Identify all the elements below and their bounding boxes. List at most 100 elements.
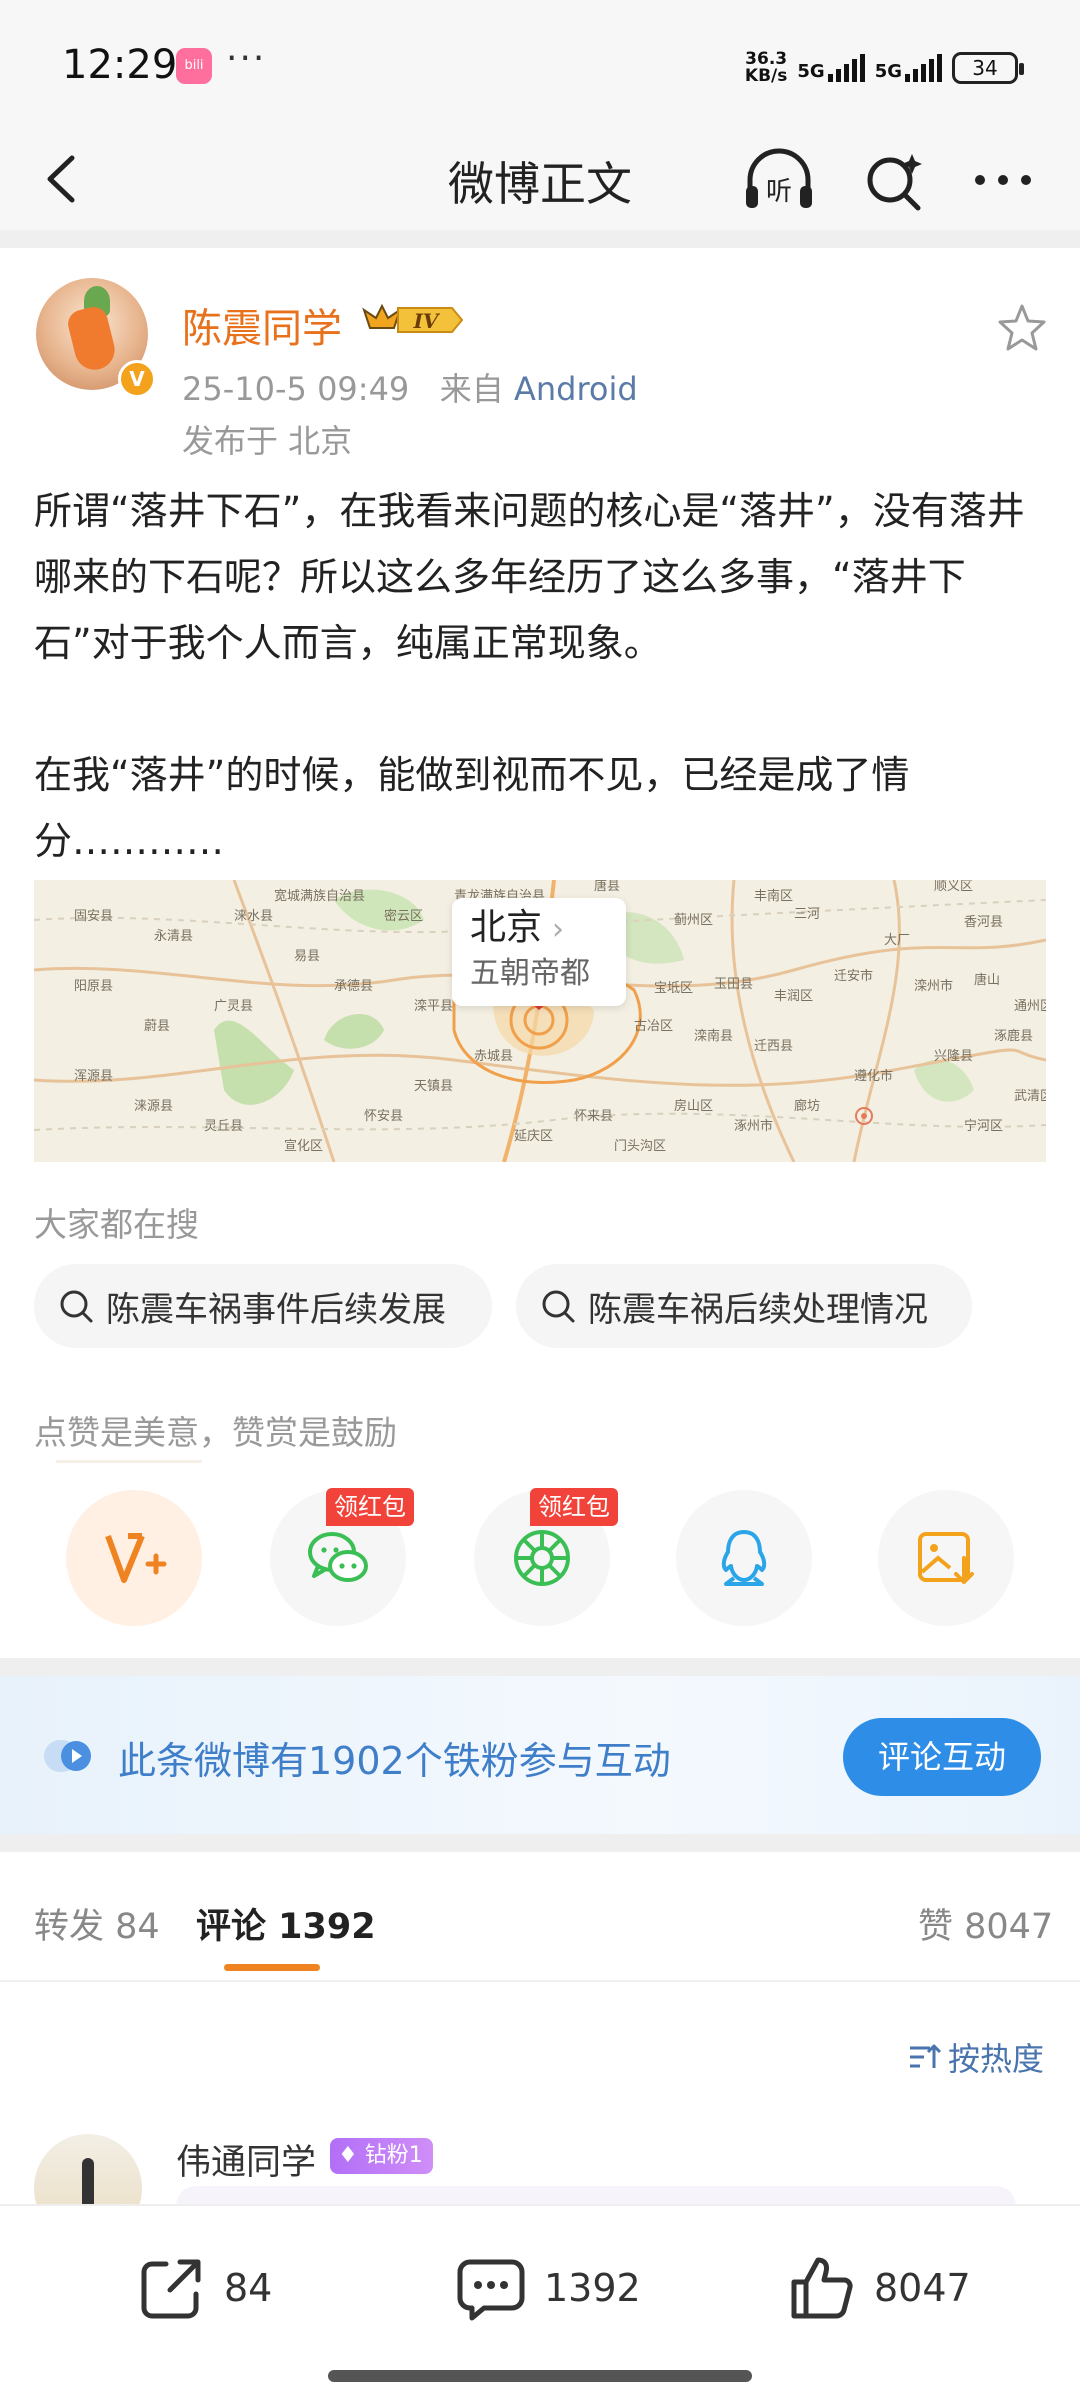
map-place-label: 宝坻区 [654, 980, 693, 996]
repost-button[interactable]: 84 [136, 2246, 272, 2330]
map-place-label: 大厂 [884, 933, 910, 948]
map-place-label: 滦州市 [914, 978, 953, 994]
map-place-label: 房山区 [674, 1098, 713, 1114]
status-bar: 12:29 bili ··· 36.3 KB/s 5G 5G 34 [0, 0, 1080, 130]
ai-search-icon[interactable] [862, 142, 928, 218]
map-place-label: 永清县 [154, 929, 193, 944]
share-qq-button[interactable] [676, 1490, 812, 1626]
map-place-label: 兴隆县 [934, 1049, 973, 1064]
network-type-2: 5G [874, 61, 902, 82]
section-divider [0, 1658, 1080, 1676]
status-time: 12:29 [62, 42, 178, 88]
comment-count: 1392 [544, 2266, 641, 2310]
share-hint: 点赞是美意，赞赏是鼓励 [34, 1413, 397, 1452]
map-place-label: 香河县 [964, 915, 1003, 930]
section-divider [0, 1834, 1080, 1852]
red-packet-badge-2: 领红包 [530, 1488, 618, 1526]
map-place-label: 密云区 [384, 908, 423, 924]
map-place-label: 滦南县 [694, 1028, 733, 1044]
map-place-label: 唐县 [594, 880, 620, 894]
map-place-label: 遵化市 [854, 1068, 893, 1084]
map-place-label: 阳原县 [74, 979, 113, 994]
listen-label: 听 [766, 177, 792, 207]
map-place-label: 宽城满族自治县 [274, 888, 365, 904]
signal-1: 5G [797, 54, 865, 82]
author-name[interactable]: 陈震同学 [182, 296, 342, 354]
fans-toggle-icon [42, 1736, 96, 1776]
fans-text: 此条微博有1902个铁粉参与互动 [118, 1739, 671, 1783]
map-place-label: 涿州市 [734, 1118, 773, 1134]
sort-label: 按热度 [947, 2040, 1044, 2078]
map-place-label: 易县 [294, 949, 320, 964]
map-place-label: 延庆区 [514, 1129, 553, 1144]
map-place-label: 怀来县 [574, 1109, 613, 1124]
map-place-label: 廊坊 [794, 1098, 820, 1114]
tab-divider [0, 1980, 1080, 1982]
map-place-label: 滦平县 [414, 998, 453, 1014]
map-place-label: 武清区 [1014, 1089, 1046, 1104]
map-place-label: 固安县 [74, 909, 113, 924]
reward-button[interactable] [66, 1490, 202, 1626]
comment-button[interactable]: 1392 [454, 2246, 641, 2330]
post-meta: 25-10-5 09:49 来自 Android [182, 364, 638, 410]
sort-by-hot-button[interactable]: 按热度 [908, 2034, 1044, 2080]
save-image-button[interactable] [878, 1490, 1014, 1626]
map-place-label: 承德县 [334, 979, 373, 994]
post-paragraph-2: 在我“落井”的时候，能做到视而不见，已经是成了情分………… [34, 753, 910, 863]
hot-search-text-2: 陈震车祸后续处理情况 [588, 1289, 928, 1330]
map-city-name: 北京 [470, 907, 543, 948]
map-place-label: 玉田县 [714, 977, 753, 992]
search-icon [542, 1290, 575, 1323]
map-place-label: 三河 [794, 907, 820, 922]
author-avatar[interactable]: V [36, 278, 156, 398]
map-place-label: 门头沟区 [614, 1139, 666, 1154]
signal-bars-icon [827, 54, 865, 82]
source-prefix: 来自 [439, 370, 504, 408]
comment-interact-button[interactable]: 评论互动 [843, 1718, 1041, 1796]
red-packet-badge-1: 领红包 [326, 1488, 414, 1526]
net-speed: 36.3 KB/s [745, 51, 787, 85]
signal-bars-icon [905, 54, 942, 82]
home-indicator[interactable] [328, 2370, 752, 2382]
chevron-right-icon: › [552, 912, 565, 947]
map-place-label: 蔚县 [144, 1019, 170, 1034]
comment-author[interactable]: 伟通同学 [176, 2134, 316, 2185]
map-place-label: 迁西县 [754, 1039, 793, 1054]
hot-search-text-1: 陈震车祸事件后续发展 [106, 1289, 446, 1330]
comment-icon [457, 2259, 525, 2321]
network-type-1: 5G [797, 61, 825, 82]
wechat-icon [308, 1532, 368, 1582]
repost-icon [141, 2259, 201, 2319]
diamond-icon: ♦ [338, 2143, 358, 2168]
post-source[interactable]: Android [514, 370, 638, 408]
map-place-label: 唐山 [974, 972, 1000, 988]
reward-v-plus-icon [105, 1533, 167, 1583]
repost-count: 84 [224, 2266, 273, 2310]
tab-like[interactable]: 赞 8047 [918, 1898, 1053, 1949]
tab-repost[interactable]: 转发 84 [34, 1898, 160, 1949]
listen-headphones-icon[interactable]: 听 [740, 142, 818, 218]
sort-icon [909, 2044, 942, 2068]
hot-search-chip-1[interactable]: 陈震车祸事件后续发展 [34, 1264, 492, 1348]
like-button[interactable]: 8047 [786, 2246, 971, 2330]
moments-icon [514, 1530, 570, 1586]
net-speed-unit: KB/s [744, 66, 788, 86]
tab-comment[interactable]: 评论 1392 [196, 1898, 376, 1949]
post-paragraph-1: 所谓“落井下石”，在我看来问题的核心是“落井”，没有落井哪来的下石呢？所以这么多… [34, 489, 1025, 665]
hot-search-title: 大家都在搜 [34, 1205, 199, 1244]
status-right: 36.3 KB/s 5G 5G 34 [745, 48, 1024, 88]
like-count: 8047 [874, 2266, 971, 2310]
verified-badge-icon: V [118, 360, 156, 398]
favorite-star-icon[interactable] [994, 300, 1050, 356]
signal-2: 5G [875, 54, 942, 82]
hot-search-chip-2[interactable]: 陈震车祸后续处理情况 [516, 1264, 972, 1348]
map-place-label: 迁安市 [834, 968, 873, 984]
post-time: 25-10-5 09:49 [182, 370, 410, 408]
map-location-card[interactable]: 北京 › 五朝帝都 [452, 898, 626, 1006]
fan-badge-label: 钻粉1 [364, 2143, 423, 2168]
map-place-label: 顺义区 [934, 880, 973, 894]
tab-active-indicator [224, 1964, 320, 1971]
battery-icon: 34 [952, 52, 1024, 84]
map-place-label: 天镇县 [414, 1079, 453, 1094]
more-dots-icon[interactable] [968, 142, 1038, 218]
